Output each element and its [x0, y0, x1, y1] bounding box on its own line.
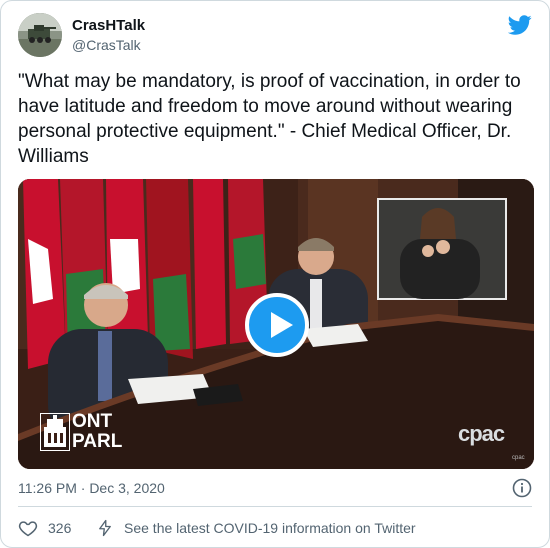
author-handle[interactable]: @CrasTalk: [72, 37, 141, 53]
covid-info-label: See the latest COVID-19 information on T…: [124, 520, 416, 536]
like-button[interactable]: 326: [18, 518, 71, 538]
ont-parl-watermark: ONT PARL: [40, 411, 123, 453]
like-count: 326: [48, 520, 72, 536]
cpac-watermark: cpac: [458, 421, 505, 446]
covid-info-link[interactable]: See the latest COVID-19 information on T…: [96, 518, 416, 538]
avatar[interactable]: [18, 13, 62, 57]
lightning-bolt-icon: [99, 519, 111, 537]
tweet-timestamp[interactable]: 11:26 PM · Dec 3, 2020: [18, 480, 165, 496]
play-button[interactable]: [245, 293, 309, 357]
parl-label: PARL: [72, 431, 123, 452]
divider: [18, 506, 532, 507]
twitter-bird-icon[interactable]: [507, 13, 532, 37]
legislature-building-icon: [40, 413, 70, 451]
video-media[interactable]: ONT PARL cpac cpac: [18, 179, 534, 469]
info-icon[interactable]: [512, 478, 532, 498]
play-icon: [271, 312, 293, 338]
tweet-text: "What may be mandatory, is proof of vacc…: [18, 71, 521, 167]
cpac-small-watermark: cpac: [512, 455, 525, 461]
tweet-card: CrasHTalk @CrasTalk "What may be mandato…: [0, 0, 550, 548]
heart-icon: [18, 521, 38, 537]
author-display-name[interactable]: CrasHTalk: [72, 17, 145, 34]
ont-label: ONT: [72, 411, 113, 432]
